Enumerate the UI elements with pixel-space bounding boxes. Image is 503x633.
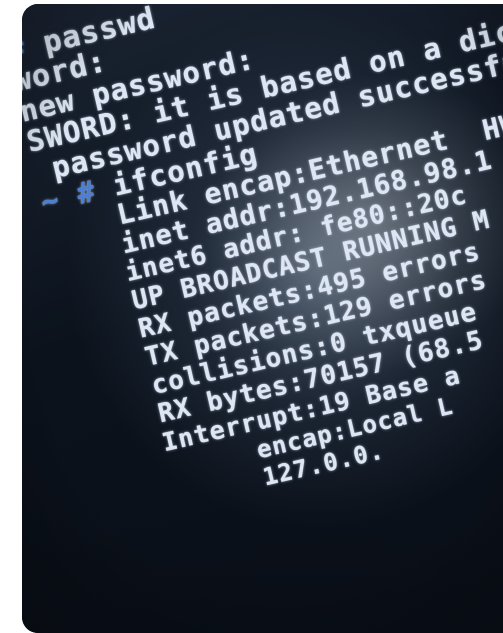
terminal-photo: # passwd word: new password: SWORD: it is b… — [22, 4, 503, 633]
